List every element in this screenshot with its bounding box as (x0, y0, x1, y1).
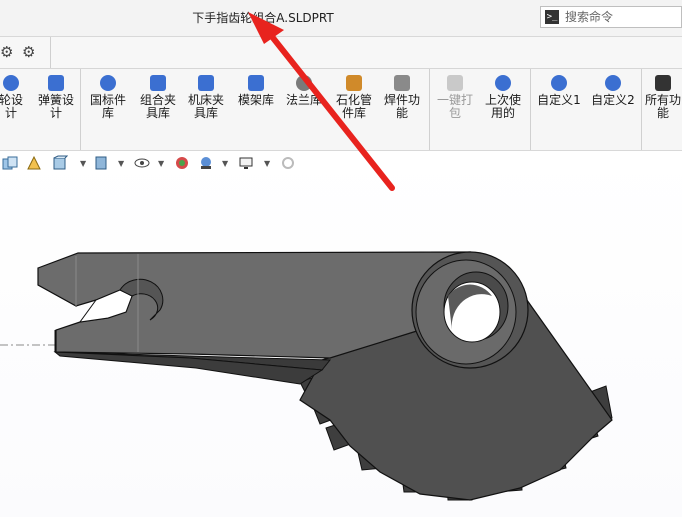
annotation-arrow (248, 12, 395, 191)
gear-finger-part[interactable] (37, 251, 613, 501)
model-canvas (0, 12, 613, 501)
